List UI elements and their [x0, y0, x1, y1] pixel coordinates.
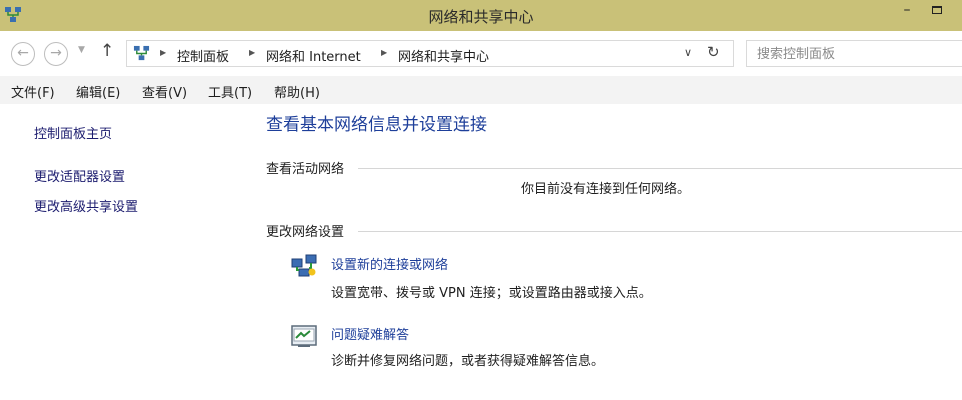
section-divider — [358, 168, 962, 169]
search-input[interactable] — [757, 42, 957, 66]
back-button[interactable]: ← — [11, 42, 35, 66]
breadcrumb-separator-icon[interactable]: ▶ — [160, 48, 166, 57]
section-heading-active-networks: 查看活动网络 — [266, 162, 345, 177]
recent-locations-chevron-icon[interactable]: ▼ — [78, 45, 85, 55]
task-link-troubleshoot[interactable]: 问题疑难解答 — [331, 324, 409, 343]
minimize-button[interactable]: – — [892, 0, 922, 22]
sidebar-link-change-adapter-settings[interactable]: 更改适配器设置 — [34, 166, 125, 185]
breadcrumb-network-sharing-center[interactable]: 网络和共享中心 — [398, 46, 489, 65]
up-arrow-button[interactable]: ↑ — [100, 41, 114, 61]
menu-file[interactable]: 文件(F) — [11, 82, 55, 101]
maximize-button[interactable] — [922, 0, 952, 22]
menu-tools[interactable]: 工具(T) — [208, 82, 252, 101]
search-box[interactable] — [746, 40, 962, 67]
network-status-text: 你目前没有连接到任何网络。 — [521, 182, 691, 197]
breadcrumb-separator-icon[interactable]: ▶ — [249, 48, 255, 57]
menu-help[interactable]: 帮助(H) — [274, 82, 320, 101]
address-bar[interactable]: ▶ 控制面板 ▶ 网络和 Internet ▶ 网络和共享中心 ∨ ↻ — [126, 40, 734, 67]
maximize-icon — [932, 6, 942, 14]
page-title: 查看基本网络信息并设置连接 — [266, 115, 487, 135]
forward-button[interactable]: → — [44, 42, 68, 66]
troubleshoot-icon — [291, 325, 317, 347]
network-setup-icon — [291, 254, 317, 277]
navigation-bar: ← → ▼ ↑ ▶ 控制面板 ▶ 网络和 Internet ▶ 网络和共享中心 … — [0, 31, 962, 76]
task-link-setup-connection[interactable]: 设置新的连接或网络 — [331, 254, 448, 273]
menu-bar: 文件(F) 编辑(E) 查看(V) 工具(T) 帮助(H) — [0, 76, 962, 104]
task-description: 设置宽带、拨号或 VPN 连接；或设置路由器或接入点。 — [331, 286, 652, 301]
refresh-icon[interactable]: ↻ — [707, 43, 720, 61]
sidebar-link-control-panel-home[interactable]: 控制面板主页 — [34, 123, 112, 142]
sidebar-link-advanced-sharing-settings[interactable]: 更改高级共享设置 — [34, 196, 138, 215]
breadcrumb-control-panel[interactable]: 控制面板 — [177, 46, 229, 65]
menu-view[interactable]: 查看(V) — [142, 82, 187, 101]
control-panel-icon — [133, 45, 150, 61]
task-description: 诊断并修复网络问题，或者获得疑难解答信息。 — [331, 354, 605, 369]
section-heading-change-settings: 更改网络设置 — [266, 225, 345, 240]
address-dropdown-chevron-icon[interactable]: ∨ — [684, 46, 692, 59]
title-bar: 网络和共享中心 – — [0, 0, 962, 31]
window-title: 网络和共享中心 — [428, 8, 534, 26]
breadcrumb-network-internet[interactable]: 网络和 Internet — [266, 46, 361, 65]
menu-edit[interactable]: 编辑(E) — [76, 82, 120, 101]
section-divider — [358, 231, 962, 232]
breadcrumb-separator-icon[interactable]: ▶ — [381, 48, 387, 57]
